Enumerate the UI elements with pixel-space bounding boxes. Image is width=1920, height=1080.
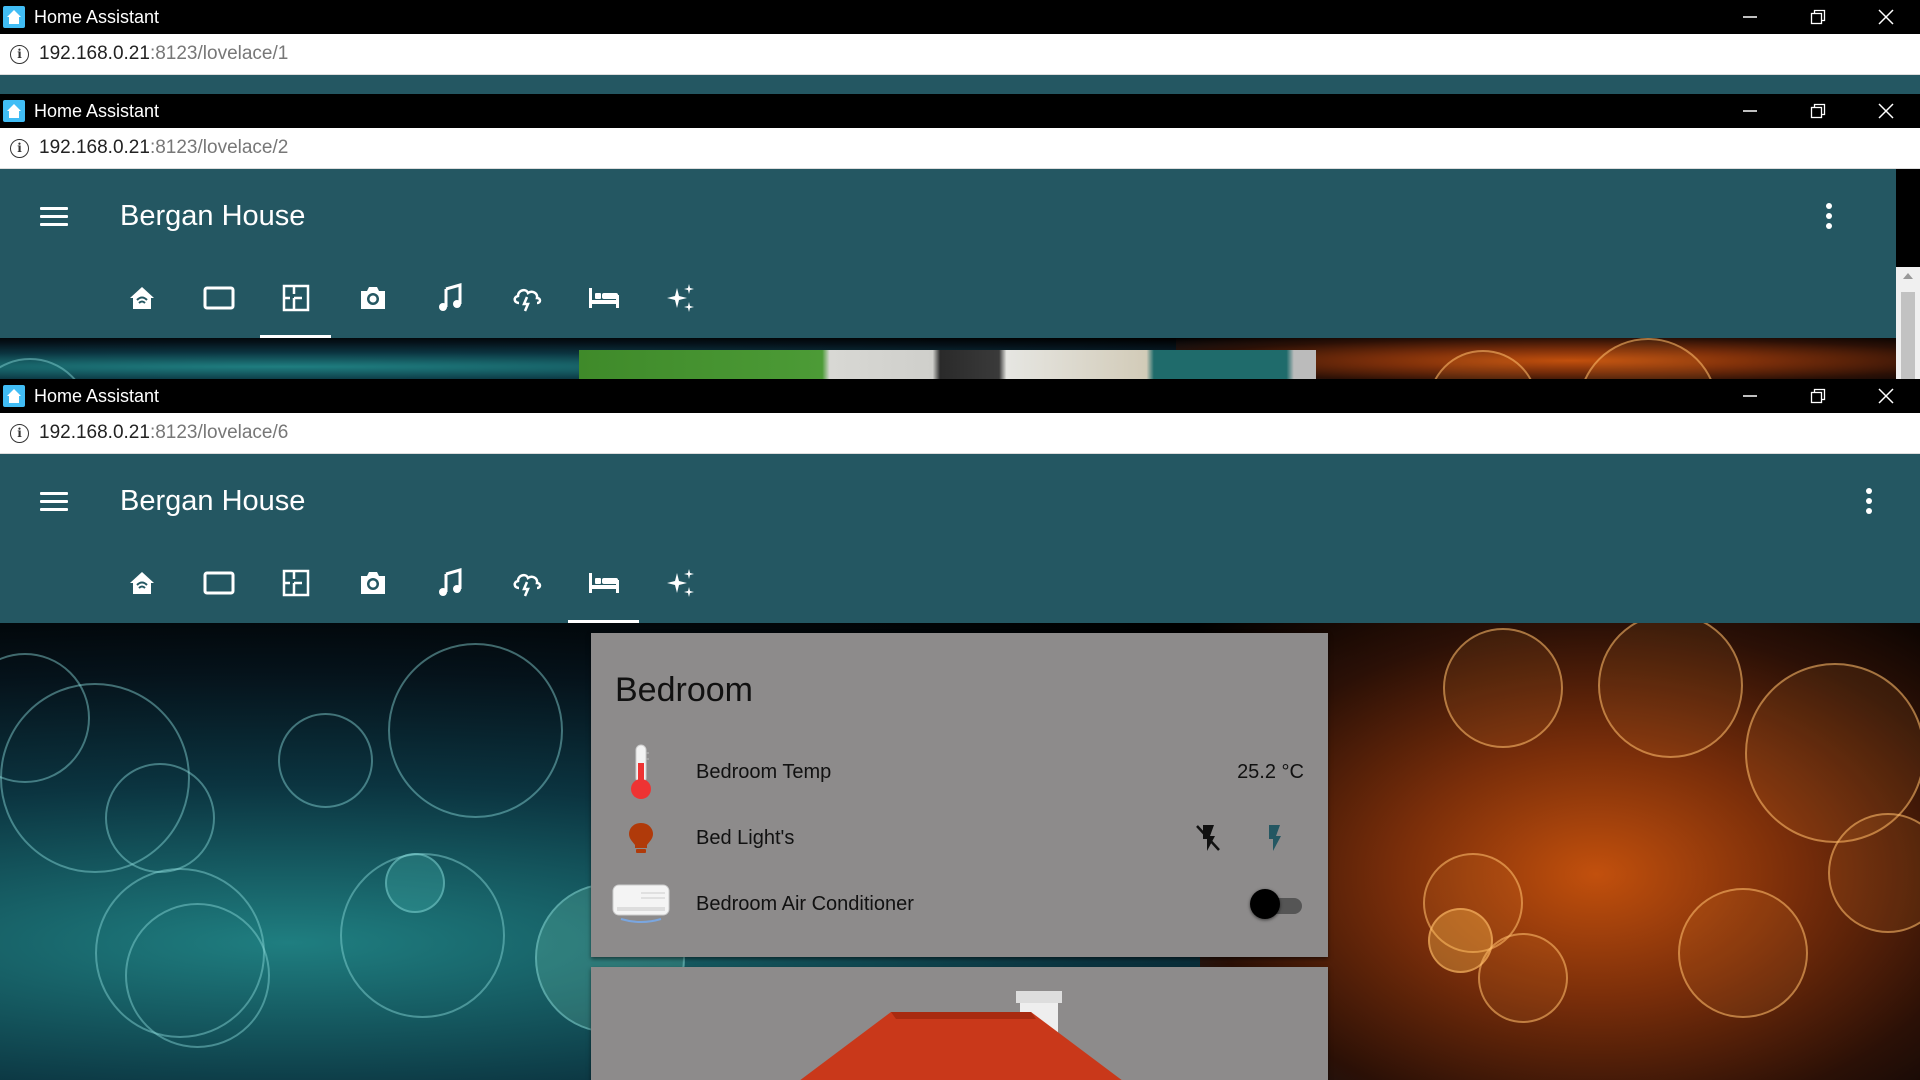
browser-window-2: Home Assistant i 192.168.0.21:8123/lovel… — [0, 94, 1920, 379]
tab-music[interactable] — [411, 548, 488, 623]
entity-name: Bedroom Air Conditioner — [696, 892, 914, 915]
dashboard-background: Bedroom Bedroom Temp 25.2 °C Bed Light's — [0, 623, 1920, 1080]
air-conditioner-icon — [611, 874, 671, 934]
tablet-icon — [203, 284, 235, 317]
bed-icon — [587, 284, 621, 317]
app-header: Bergan House — [0, 169, 1896, 338]
menu-icon[interactable] — [40, 202, 68, 231]
url-text[interactable]: 192.168.0.21:8123/lovelace/2 — [39, 137, 288, 159]
camera-icon — [358, 284, 388, 317]
window-title: Home Assistant — [34, 100, 160, 121]
scenes-icon — [665, 282, 697, 319]
address-bar[interactable]: i 192.168.0.21:8123/lovelace/2 — [0, 128, 1920, 169]
bed-icon — [587, 569, 621, 602]
app-bar-strip — [0, 75, 1920, 94]
tab-home[interactable] — [103, 263, 180, 338]
bulb-icon[interactable] — [611, 808, 671, 868]
view-tabs — [0, 548, 1920, 623]
flash-off-icon[interactable] — [1178, 823, 1238, 853]
music-icon — [436, 283, 464, 318]
tab-tablet[interactable] — [180, 263, 257, 338]
tab-tablet[interactable] — [180, 548, 257, 623]
thermometer-icon — [611, 742, 671, 802]
minimize-button[interactable] — [1716, 379, 1784, 413]
bedroom-card: Bedroom Bedroom Temp 25.2 °C Bed Light's — [591, 633, 1328, 957]
info-icon[interactable]: i — [10, 44, 29, 64]
address-bar[interactable]: i 192.168.0.21:8123/lovelace/1 — [0, 34, 1920, 75]
home-assistant-logo-icon — [3, 385, 25, 407]
title-bar[interactable]: Home Assistant — [0, 0, 1920, 34]
info-icon[interactable]: i — [10, 423, 29, 443]
tab-weather[interactable] — [488, 548, 565, 623]
scenes-icon — [665, 567, 697, 604]
floorplan-icon — [282, 569, 310, 602]
close-button[interactable] — [1852, 0, 1920, 34]
house-image-card — [591, 967, 1328, 1080]
home-icon — [128, 569, 156, 602]
entity-row-bed-lights[interactable]: Bed Light's — [611, 808, 1304, 868]
info-icon[interactable]: i — [10, 138, 29, 158]
music-icon — [436, 568, 464, 603]
tablet-icon — [203, 569, 235, 602]
title-bar[interactable]: Home Assistant — [0, 94, 1920, 128]
tab-music[interactable] — [411, 263, 488, 338]
more-options-icon[interactable] — [1866, 454, 1872, 548]
weather-icon — [511, 568, 543, 603]
entity-row-bedroom-temp[interactable]: Bedroom Temp 25.2 °C — [611, 742, 1304, 802]
minimize-button[interactable] — [1716, 94, 1784, 128]
window-title: Home Assistant — [34, 6, 160, 27]
tab-camera[interactable] — [334, 548, 411, 623]
tab-home[interactable] — [103, 548, 180, 623]
menu-icon[interactable] — [40, 487, 68, 516]
close-button[interactable] — [1852, 379, 1920, 413]
tab-scenes[interactable] — [642, 263, 719, 338]
app-title: Bergan House — [120, 484, 306, 517]
entity-value: 25.2 °C — [1237, 760, 1304, 783]
close-button[interactable] — [1852, 94, 1920, 128]
app-header: Bergan House — [0, 454, 1920, 623]
browser-window-1: Home Assistant i 192.168.0.21:8123/lovel… — [0, 0, 1920, 94]
home-assistant-logo-icon — [3, 6, 25, 28]
tab-floorplan[interactable] — [257, 548, 334, 623]
browser-window-3: Home Assistant i 192.168.0.21:8123/lovel… — [0, 379, 1920, 1080]
scrollbar[interactable] — [1896, 267, 1920, 379]
restore-button[interactable] — [1784, 379, 1852, 413]
restore-button[interactable] — [1784, 94, 1852, 128]
dashboard-background — [0, 338, 1896, 379]
more-options-icon[interactable] — [1826, 169, 1832, 263]
air-conditioner-toggle[interactable] — [1250, 889, 1306, 919]
view-tabs — [0, 263, 1896, 338]
tab-camera[interactable] — [334, 263, 411, 338]
minimize-button[interactable] — [1716, 0, 1784, 34]
url-text[interactable]: 192.168.0.21:8123/lovelace/6 — [39, 422, 288, 444]
flash-icon[interactable] — [1244, 823, 1304, 853]
address-bar[interactable]: i 192.168.0.21:8123/lovelace/6 — [0, 413, 1920, 454]
tab-bed[interactable] — [565, 263, 642, 338]
tab-bed[interactable] — [565, 548, 642, 623]
entity-name: Bed Light's — [696, 826, 795, 849]
house-icon — [800, 991, 1122, 1080]
restore-button[interactable] — [1784, 0, 1852, 34]
card-title: Bedroom — [615, 671, 753, 709]
floorplan-image[interactable] — [579, 350, 1316, 379]
tab-scenes[interactable] — [642, 548, 719, 623]
window-title: Home Assistant — [34, 385, 160, 406]
app-title: Bergan House — [120, 199, 306, 232]
title-bar[interactable]: Home Assistant — [0, 379, 1920, 413]
tab-weather[interactable] — [488, 263, 565, 338]
tab-floorplan[interactable] — [257, 263, 334, 338]
camera-icon — [358, 569, 388, 602]
home-icon — [128, 284, 156, 317]
floorplan-icon — [282, 284, 310, 317]
entity-row-bedroom-air-conditioner[interactable]: Bedroom Air Conditioner — [611, 874, 1304, 934]
url-text[interactable]: 192.168.0.21:8123/lovelace/1 — [39, 43, 288, 65]
entity-name: Bedroom Temp — [696, 760, 832, 783]
weather-icon — [511, 283, 543, 318]
home-assistant-logo-icon — [3, 100, 25, 122]
